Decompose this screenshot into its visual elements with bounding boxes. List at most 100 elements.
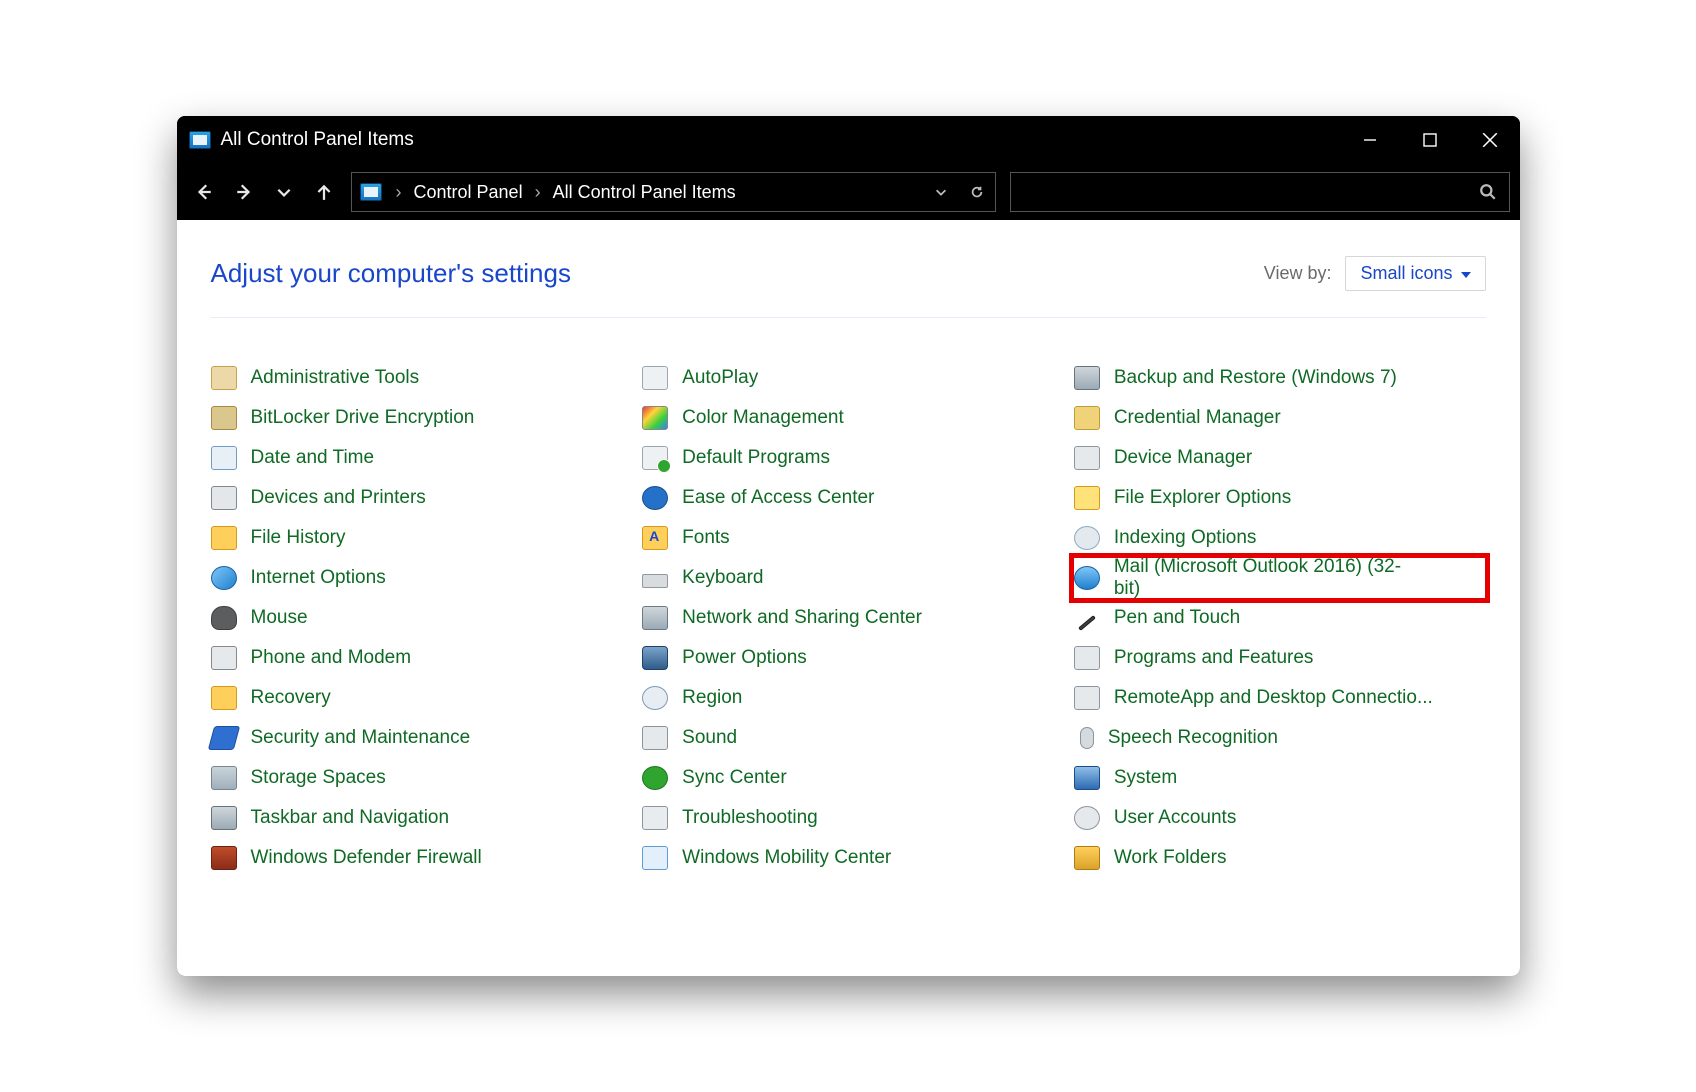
chevron-right-icon: › <box>535 182 541 203</box>
cp-item-label: Mail (Microsoft Outlook 2016) (32-bit) <box>1114 556 1426 600</box>
close-button[interactable] <box>1460 116 1520 164</box>
cp-item-remote[interactable]: RemoteApp and Desktop Connectio... <box>1074 678 1486 718</box>
cp-item-label: Speech Recognition <box>1108 727 1278 749</box>
cp-item-work[interactable]: Work Folders <box>1074 838 1486 878</box>
cp-item-autoplay[interactable]: AutoPlay <box>642 358 1054 398</box>
cp-item-label: RemoteApp and Desktop Connectio... <box>1114 687 1433 709</box>
cp-item-sync[interactable]: Sync Center <box>642 758 1054 798</box>
cp-item-recovery[interactable]: Recovery <box>211 678 623 718</box>
cp-item-region[interactable]: Region <box>642 678 1054 718</box>
cp-item-feo[interactable]: File Explorer Options <box>1074 478 1486 518</box>
items-grid: Administrative Tools BitLocker Drive Encr… <box>211 358 1486 878</box>
cp-item-label: BitLocker Drive Encryption <box>251 407 475 429</box>
cp-item-cred[interactable]: Credential Manager <box>1074 398 1486 438</box>
cp-item-devprint[interactable]: Devices and Printers <box>211 478 623 518</box>
cp-item-default[interactable]: Default Programs <box>642 438 1054 478</box>
cp-item-inet[interactable]: Internet Options <box>211 558 623 598</box>
breadcrumb-current[interactable]: All Control Panel Items <box>547 178 742 207</box>
cp-item-label: File History <box>251 527 346 549</box>
items-column: Administrative Tools BitLocker Drive Encr… <box>211 358 623 878</box>
work-icon <box>1074 846 1100 870</box>
trouble-icon <box>642 806 668 830</box>
minimize-button[interactable] <box>1340 116 1400 164</box>
cp-item-label: Network and Sharing Center <box>682 607 922 629</box>
cp-item-mail[interactable]: Mail (Microsoft Outlook 2016) (32-bit) <box>1074 558 1486 598</box>
cp-item-filehist[interactable]: File History <box>211 518 623 558</box>
cp-item-security[interactable]: Security and Maintenance <box>211 718 623 758</box>
cred-icon <box>1074 406 1100 430</box>
cp-item-devmgr[interactable]: Device Manager <box>1074 438 1486 478</box>
cp-item-pen[interactable]: Pen and Touch <box>1074 598 1486 638</box>
refresh-button[interactable] <box>959 173 995 211</box>
cp-item-label: Date and Time <box>251 447 375 469</box>
backup-icon <box>1074 366 1100 390</box>
back-button[interactable] <box>187 172 221 212</box>
color-icon <box>642 406 668 430</box>
cp-item-label: Security and Maintenance <box>251 727 471 749</box>
sound-icon <box>642 726 668 750</box>
cp-item-bitlocker[interactable]: BitLocker Drive Encryption <box>211 398 623 438</box>
cp-item-label: Pen and Touch <box>1114 607 1240 629</box>
admin-icon <box>211 366 237 390</box>
feo-icon <box>1074 486 1100 510</box>
view-by-value: Small icons <box>1360 263 1452 284</box>
recovery-icon <box>211 686 237 710</box>
cp-item-firewall[interactable]: Windows Defender Firewall <box>211 838 623 878</box>
date-icon <box>211 446 237 470</box>
address-dropdown[interactable] <box>923 173 959 211</box>
cp-item-label: User Accounts <box>1114 807 1237 829</box>
maximize-button[interactable] <box>1400 116 1460 164</box>
history-dropdown[interactable] <box>267 172 301 212</box>
cp-item-users[interactable]: User Accounts <box>1074 798 1486 838</box>
breadcrumb-root[interactable]: Control Panel <box>408 178 529 207</box>
title-bar: All Control Panel Items <box>177 116 1520 164</box>
bitlocker-icon <box>211 406 237 430</box>
power-icon <box>642 646 668 670</box>
search-icon <box>1479 183 1497 201</box>
cp-item-trouble[interactable]: Troubleshooting <box>642 798 1054 838</box>
cp-item-kb[interactable]: Keyboard <box>642 558 1054 598</box>
cp-item-label: Troubleshooting <box>682 807 818 829</box>
cp-item-ease[interactable]: Ease of Access Center <box>642 478 1054 518</box>
cp-item-admin[interactable]: Administrative Tools <box>211 358 623 398</box>
cp-item-net[interactable]: Network and Sharing Center <box>642 598 1054 638</box>
speech-icon <box>1080 727 1094 749</box>
cp-item-label: AutoPlay <box>682 367 758 389</box>
cp-item-mobility[interactable]: Windows Mobility Center <box>642 838 1054 878</box>
items-column: Backup and Restore (Windows 7) Credential… <box>1074 358 1486 878</box>
devprint-icon <box>211 486 237 510</box>
page-title: Adjust your computer's settings <box>211 258 571 289</box>
chevron-right-icon: › <box>396 182 402 203</box>
users-icon <box>1074 806 1100 830</box>
up-button[interactable] <box>307 172 341 212</box>
cp-item-date[interactable]: Date and Time <box>211 438 623 478</box>
cp-item-taskbar[interactable]: Taskbar and Navigation <box>211 798 623 838</box>
forward-button[interactable] <box>227 172 261 212</box>
cp-item-label: System <box>1114 767 1177 789</box>
cp-item-power[interactable]: Power Options <box>642 638 1054 678</box>
cp-item-color[interactable]: Color Management <box>642 398 1054 438</box>
security-icon <box>207 726 239 750</box>
cp-item-phone[interactable]: Phone and Modem <box>211 638 623 678</box>
cp-item-label: Sound <box>682 727 737 749</box>
cp-item-speech[interactable]: Speech Recognition <box>1074 718 1486 758</box>
control-panel-icon <box>189 131 211 149</box>
address-bar[interactable]: › Control Panel › All Control Panel Item… <box>351 172 996 212</box>
net-icon <box>642 606 668 630</box>
cp-item-index[interactable]: Indexing Options <box>1074 518 1486 558</box>
taskbar-icon <box>211 806 237 830</box>
cp-item-mouse[interactable]: Mouse <box>211 598 623 638</box>
cp-item-label: Windows Defender Firewall <box>251 847 482 869</box>
cp-item-storage[interactable]: Storage Spaces <box>211 758 623 798</box>
cp-item-backup[interactable]: Backup and Restore (Windows 7) <box>1074 358 1486 398</box>
cp-item-system[interactable]: System <box>1074 758 1486 798</box>
search-box[interactable] <box>1010 172 1510 212</box>
view-by-select[interactable]: Small icons <box>1345 256 1485 291</box>
cp-item-label: Programs and Features <box>1114 647 1314 669</box>
cp-item-progs[interactable]: Programs and Features <box>1074 638 1486 678</box>
cp-item-label: Backup and Restore (Windows 7) <box>1114 367 1397 389</box>
cp-item-fonts[interactable]: Fonts <box>642 518 1054 558</box>
cp-item-sound[interactable]: Sound <box>642 718 1054 758</box>
control-panel-icon <box>360 183 382 201</box>
view-by-label: View by: <box>1264 263 1332 284</box>
